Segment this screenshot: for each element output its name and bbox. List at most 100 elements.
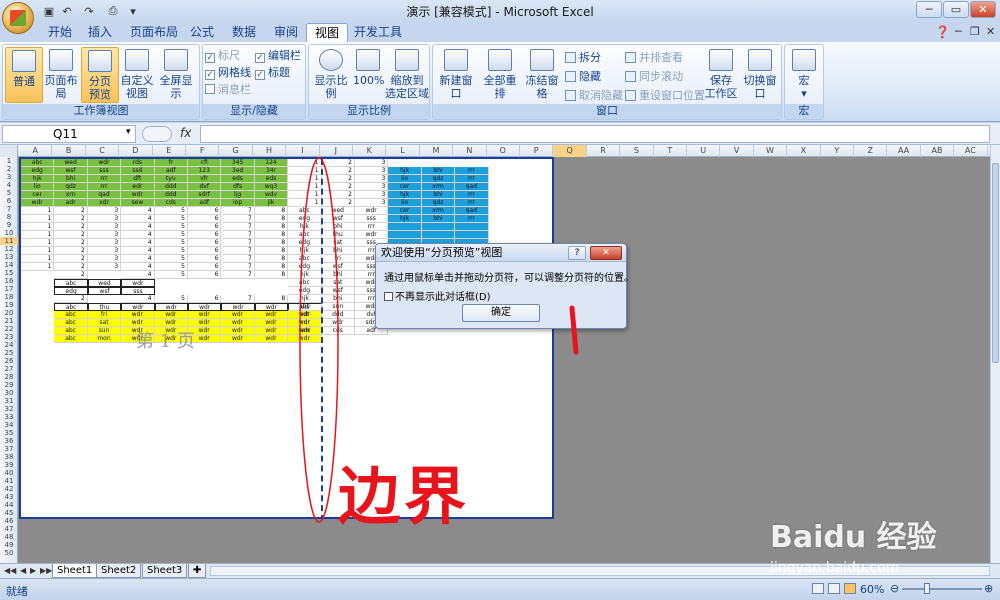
cell[interactable]: adf [188, 199, 222, 207]
empty-cell[interactable] [288, 463, 322, 471]
empty-cell[interactable] [321, 359, 355, 367]
empty-cell[interactable] [388, 415, 422, 423]
empty-cell[interactable] [154, 423, 188, 431]
cell[interactable]: 1 [21, 215, 55, 223]
row-header-42[interactable]: 42 [0, 485, 18, 493]
tab-formulas[interactable]: 公式 [182, 23, 222, 42]
normal-view-icon[interactable] [812, 583, 824, 594]
empty-cell[interactable] [154, 415, 188, 423]
cell[interactable]: bhi [421, 215, 456, 223]
empty-cell[interactable] [488, 199, 522, 207]
empty-cell[interactable] [54, 383, 88, 391]
empty-cell[interactable] [455, 399, 489, 407]
empty-cell[interactable] [188, 487, 222, 495]
cell[interactable]: ssd [121, 167, 155, 175]
cell[interactable]: sew [121, 199, 155, 207]
empty-cell[interactable] [288, 415, 322, 423]
empty-cell[interactable] [355, 335, 389, 343]
empty-cell[interactable] [288, 375, 322, 383]
empty-cell[interactable] [388, 383, 422, 391]
empty-cell[interactable] [254, 463, 289, 471]
empty-cell[interactable] [221, 367, 255, 375]
cell[interactable]: abc [54, 311, 88, 319]
empty-cell[interactable] [388, 407, 422, 415]
column-header-g[interactable]: G [219, 145, 253, 157]
page-layout-icon[interactable] [828, 583, 840, 594]
cell[interactable]: abc [54, 335, 88, 343]
cell[interactable]: 7 [221, 255, 255, 263]
empty-cell[interactable] [121, 471, 155, 479]
empty-cell[interactable] [154, 367, 188, 375]
empty-cell[interactable] [87, 471, 122, 479]
empty-cell[interactable] [254, 495, 289, 503]
empty-cell[interactable] [355, 343, 389, 351]
column-header-r[interactable]: R [587, 145, 621, 157]
empty-cell[interactable] [54, 471, 88, 479]
cell[interactable]: bhi [54, 175, 88, 183]
row-header-26[interactable]: 26 [0, 357, 18, 365]
cell[interactable]: 5 [154, 263, 188, 271]
empty-cell[interactable] [321, 343, 355, 351]
column-header-c[interactable]: C [86, 145, 120, 157]
empty-cell[interactable] [421, 367, 456, 375]
ok-button[interactable]: 确定 [462, 304, 540, 322]
empty-cell[interactable] [87, 423, 122, 431]
cell[interactable]: 6 [188, 263, 222, 271]
column-header-d[interactable]: D [119, 145, 153, 157]
cell[interactable]: 6 [188, 207, 222, 215]
empty-cell[interactable] [321, 407, 355, 415]
cell[interactable]: rds [121, 159, 155, 167]
cell[interactable]: 6 [188, 255, 222, 263]
cell[interactable]: 1 [288, 191, 322, 199]
cell[interactable]: wdr [121, 191, 155, 199]
cell[interactable]: lio [388, 199, 422, 207]
row-header-2[interactable]: 2 [0, 165, 18, 173]
empty-cell[interactable] [421, 399, 456, 407]
column-header-a[interactable]: A [19, 145, 53, 157]
empty-cell[interactable] [21, 359, 55, 367]
empty-cell[interactable] [522, 479, 552, 487]
empty-cell[interactable] [21, 391, 55, 399]
insert-function-icon[interactable]: fx [180, 126, 191, 140]
empty-cell[interactable] [522, 439, 552, 447]
empty-cell[interactable] [488, 439, 522, 447]
empty-cell[interactable] [221, 383, 255, 391]
empty-cell[interactable] [455, 383, 489, 391]
cell[interactable]: xdr [87, 199, 122, 207]
empty-cell[interactable] [254, 439, 289, 447]
office-button[interactable] [2, 2, 34, 34]
cell[interactable]: wdr [188, 311, 222, 319]
empty-cell[interactable] [421, 159, 456, 167]
cell[interactable]: cer [388, 183, 422, 191]
cell[interactable]: 5 [154, 255, 188, 263]
cell[interactable] [388, 223, 422, 231]
cell[interactable]: adf [154, 167, 188, 175]
cell[interactable]: lio [21, 183, 55, 191]
cell[interactable]: 34r [254, 167, 289, 175]
empty-cell[interactable] [121, 455, 155, 463]
cell[interactable]: dvf [188, 183, 222, 191]
cell[interactable]: rrr [455, 191, 489, 199]
empty-cell[interactable] [355, 375, 389, 383]
empty-cell[interactable] [221, 431, 255, 439]
cell[interactable]: edt [288, 311, 322, 319]
cell[interactable]: edg [288, 287, 322, 295]
cell[interactable]: wdr [21, 199, 55, 207]
empty-cell[interactable] [488, 343, 522, 351]
empty-cell[interactable] [21, 343, 55, 351]
cell[interactable]: rrr [355, 223, 389, 231]
column-header-x[interactable]: X [787, 145, 821, 157]
cell[interactable]: edg [21, 167, 55, 175]
empty-cell[interactable] [21, 319, 55, 327]
empty-cell[interactable] [21, 455, 55, 463]
cell[interactable]: sat [321, 239, 355, 247]
cell[interactable]: 3 [87, 239, 122, 247]
empty-cell[interactable] [121, 375, 155, 383]
cell[interactable]: 2 [321, 175, 355, 183]
first-sheet-icon[interactable]: ◀◀ [4, 566, 16, 575]
cell[interactable]: cer [21, 191, 55, 199]
empty-cell[interactable] [88, 511, 122, 517]
reset-position-button[interactable]: 重设窗口位置 [625, 89, 705, 103]
empty-cell[interactable] [54, 375, 88, 383]
cell[interactable]: abc [288, 207, 322, 215]
